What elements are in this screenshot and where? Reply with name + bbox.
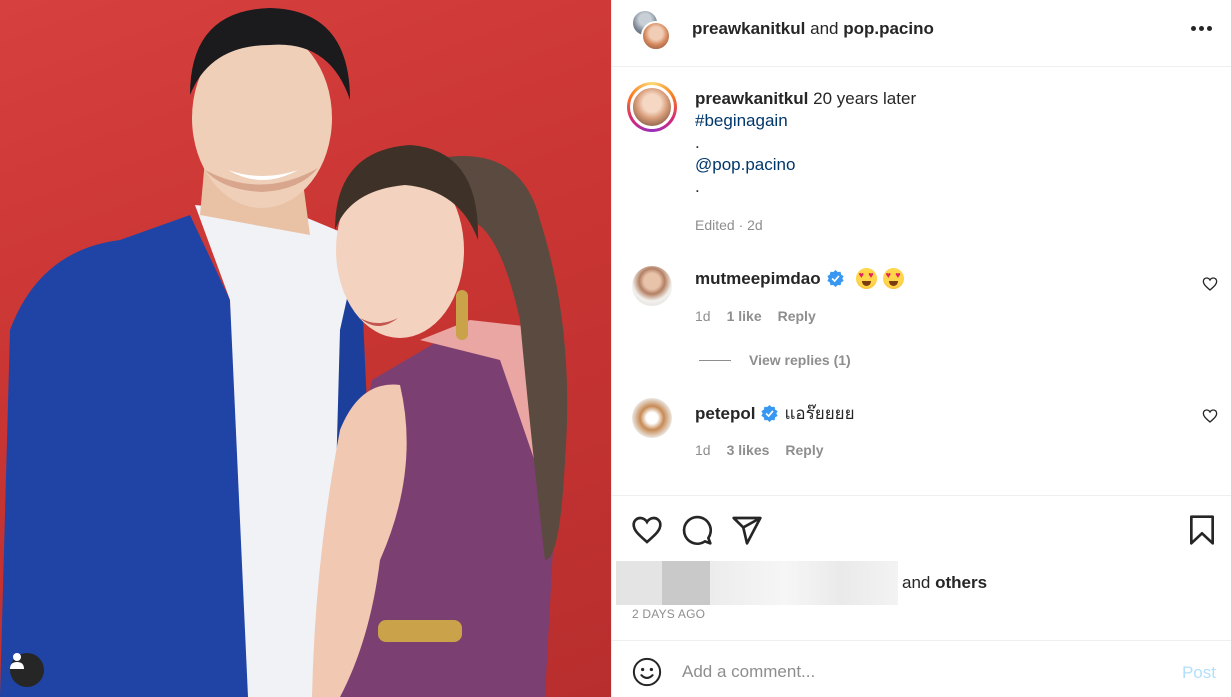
add-comment-bar: Post [612,640,1231,697]
share-icon[interactable] [731,514,763,546]
caption-dot: . [695,177,700,196]
collab-avatars[interactable] [631,9,671,51]
liker-avatar-blurred [616,561,662,605]
caption: preawkanitkul 20 years later #beginagain… [695,88,916,198]
likes-summary[interactable]: and others [616,561,987,605]
likes-and: and [902,573,931,592]
caption-avatar[interactable] [627,82,677,132]
comment-likes[interactable]: 3 likes [727,442,770,458]
avatar [641,21,671,51]
liker-avatar-blurred [662,561,710,605]
caption-dot: . [695,133,700,152]
view-replies-label: View replies (1) [749,352,851,368]
header-conjunction: and [810,19,839,38]
comments-section[interactable]: preawkanitkul 20 years later #beginagain… [612,68,1231,494]
caption-meta: Edited · 2d [695,217,763,233]
comment-username[interactable]: petepol [695,404,755,424]
verified-badge-icon [826,270,844,287]
post-timestamp[interactable]: 2 DAYS AGO [632,607,705,621]
caption-text: 20 years later [813,89,917,108]
post-header: preawkanitkul and pop.pacino [612,0,1231,67]
avatar[interactable] [632,266,672,306]
more-options-icon[interactable] [1191,26,1212,31]
post-actions: and others 2 DAYS AGO [612,495,1231,640]
caption-mention[interactable]: @pop.pacino [695,154,916,176]
comment-username[interactable]: mutmeepimdao [695,269,821,289]
view-replies-button[interactable]: View replies (1) [699,352,851,368]
liker-names-blurred [710,561,898,605]
heart-eyes-emoji [882,268,904,289]
comment-reply-button[interactable]: Reply [785,442,823,458]
post-comment-button[interactable]: Post [1182,663,1216,683]
emoji-picker-icon[interactable] [632,657,662,687]
comment-meta: 1d 1 like Reply [695,308,816,324]
comment-meta: 1d 3 likes Reply [695,442,824,458]
comment-age: 1d [695,442,711,458]
post-side-panel: preawkanitkul and pop.pacino preawkanitk… [611,0,1231,697]
bookmark-icon[interactable] [1186,514,1218,546]
comment-reply-button[interactable]: Reply [778,308,816,324]
heart-eyes-emoji [855,268,877,289]
caption-username[interactable]: preawkanitkul [695,89,808,108]
verified-badge-icon [761,405,779,422]
comment-text: แอร๊ยยยย [784,404,855,423]
tagged-user-button[interactable] [10,653,44,687]
header-username-2[interactable]: pop.pacino [843,19,934,38]
like-comment-heart-icon[interactable] [1202,276,1218,292]
collab-usernames: preawkanitkul and pop.pacino [692,19,934,39]
avatar[interactable] [632,398,672,438]
comment-icon[interactable] [681,514,713,546]
person-icon [10,653,24,669]
likes-others-link[interactable]: others [935,573,987,592]
post-photo[interactable] [0,0,611,697]
photo-illustration [0,8,568,697]
comment-line: petepol แอร๊ยยยย [695,400,855,427]
comment-age: 1d [695,308,711,324]
like-comment-heart-icon[interactable] [1202,408,1218,424]
heart-icon[interactable] [631,514,663,546]
comment-line: mutmeepimdao [695,268,904,289]
comment-input[interactable] [682,657,1142,687]
likes-text: and others [902,573,987,593]
caption-hashtag[interactable]: #beginagain [695,110,916,132]
header-username-1[interactable]: preawkanitkul [692,19,805,38]
comment-likes[interactable]: 1 like [727,308,762,324]
divider [699,359,731,361]
